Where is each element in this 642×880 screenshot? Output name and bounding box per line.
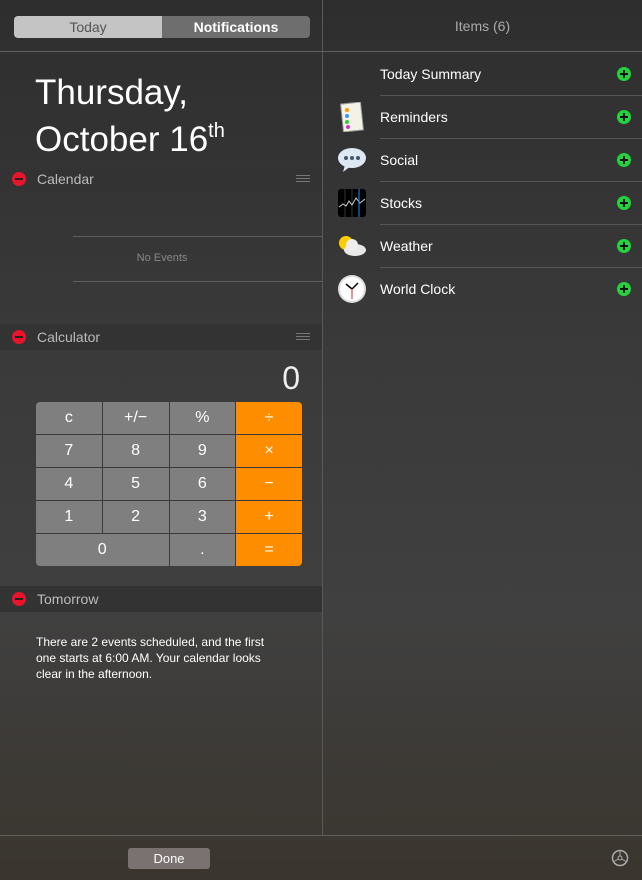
date-day: October 16	[35, 120, 209, 159]
add-widget-icon[interactable]	[617, 152, 631, 167]
key-3[interactable]: 3	[169, 501, 236, 533]
key-percent[interactable]: %	[169, 402, 236, 434]
item-label: Today Summary	[380, 65, 482, 82]
item-today-summary[interactable]: Today Summary	[323, 52, 642, 95]
sun-cloud-icon	[337, 231, 367, 261]
tomorrow-widget-header: Tomorrow	[0, 586, 322, 612]
date-weekday: Thursday,	[35, 73, 189, 112]
item-label: Social	[380, 151, 419, 168]
empty-icon	[337, 59, 367, 89]
item-world-clock[interactable]: World Clock	[323, 267, 642, 310]
key-subtract[interactable]: −	[236, 468, 302, 500]
calculator-display: 0	[282, 360, 300, 396]
item-weather[interactable]: Weather	[323, 224, 642, 267]
no-events-label: No Events	[136, 252, 188, 264]
stocks-chart-icon	[337, 188, 367, 218]
reminders-icon	[337, 101, 367, 132]
key-5[interactable]: 5	[102, 468, 169, 500]
key-equals[interactable]: =	[236, 534, 302, 566]
item-label: Stocks	[380, 194, 423, 211]
item-stocks[interactable]: Stocks	[323, 181, 642, 224]
add-widget-icon[interactable]	[617, 281, 631, 296]
widget-title: Calendar	[37, 171, 94, 187]
item-label: World Clock	[380, 280, 456, 297]
tomorrow-summary: There are 2 events scheduled, and the fi…	[36, 635, 265, 681]
key-decimal[interactable]: .	[169, 534, 236, 566]
key-add[interactable]: +	[236, 501, 302, 533]
key-divide[interactable]: ÷	[236, 402, 302, 434]
item-label: Reminders	[380, 108, 448, 125]
drag-handle-icon[interactable]	[296, 333, 310, 340]
footer-divider	[0, 835, 642, 836]
add-widget-icon[interactable]	[617, 195, 631, 210]
key-2[interactable]: 2	[102, 501, 169, 533]
key-4[interactable]: 4	[36, 468, 102, 500]
view-segmented-control: Today Notifications	[14, 16, 310, 38]
remove-widget-icon[interactable]	[12, 330, 26, 344]
key-7[interactable]: 7	[36, 435, 102, 467]
calendar-divider	[73, 281, 322, 282]
key-9[interactable]: 9	[169, 435, 236, 467]
add-widget-icon[interactable]	[617, 238, 631, 253]
remove-widget-icon[interactable]	[12, 592, 26, 606]
speech-bubble-icon	[337, 145, 367, 175]
key-clear[interactable]: c	[36, 402, 102, 434]
date-heading: Thursday, October 16th	[35, 74, 225, 159]
clock-icon	[337, 274, 367, 304]
widget-title: Tomorrow	[37, 591, 99, 607]
done-button[interactable]: Done	[128, 848, 210, 869]
key-1[interactable]: 1	[36, 501, 102, 533]
key-6[interactable]: 6	[169, 468, 236, 500]
key-0[interactable]: 0	[36, 534, 169, 566]
calculator-widget-header: Calculator	[0, 324, 322, 350]
item-reminders[interactable]: Reminders	[323, 95, 642, 138]
widget-title: Calculator	[37, 329, 101, 345]
calendar-widget-header: Calendar	[0, 166, 322, 192]
settings-gear-icon[interactable]	[611, 849, 629, 872]
add-widget-icon[interactable]	[617, 109, 631, 124]
key-multiply[interactable]: ×	[236, 435, 302, 467]
key-sign[interactable]: +/−	[102, 402, 169, 434]
calendar-divider	[73, 236, 322, 237]
items-header: Items (6)	[454, 18, 511, 34]
drag-handle-icon[interactable]	[296, 175, 310, 182]
add-widget-icon[interactable]	[617, 66, 631, 81]
key-8[interactable]: 8	[102, 435, 169, 467]
item-label: Weather	[380, 237, 433, 254]
tab-today[interactable]: Today	[14, 16, 162, 38]
tab-notifications[interactable]: Notifications	[162, 16, 310, 38]
calculator-keypad: c +/− % ÷ 7 8 9 × 4 5 6 − 1 2 3 + 0 . =	[36, 402, 302, 566]
remove-widget-icon[interactable]	[12, 172, 26, 186]
date-suffix: th	[208, 120, 225, 142]
item-social[interactable]: Social	[323, 138, 642, 181]
